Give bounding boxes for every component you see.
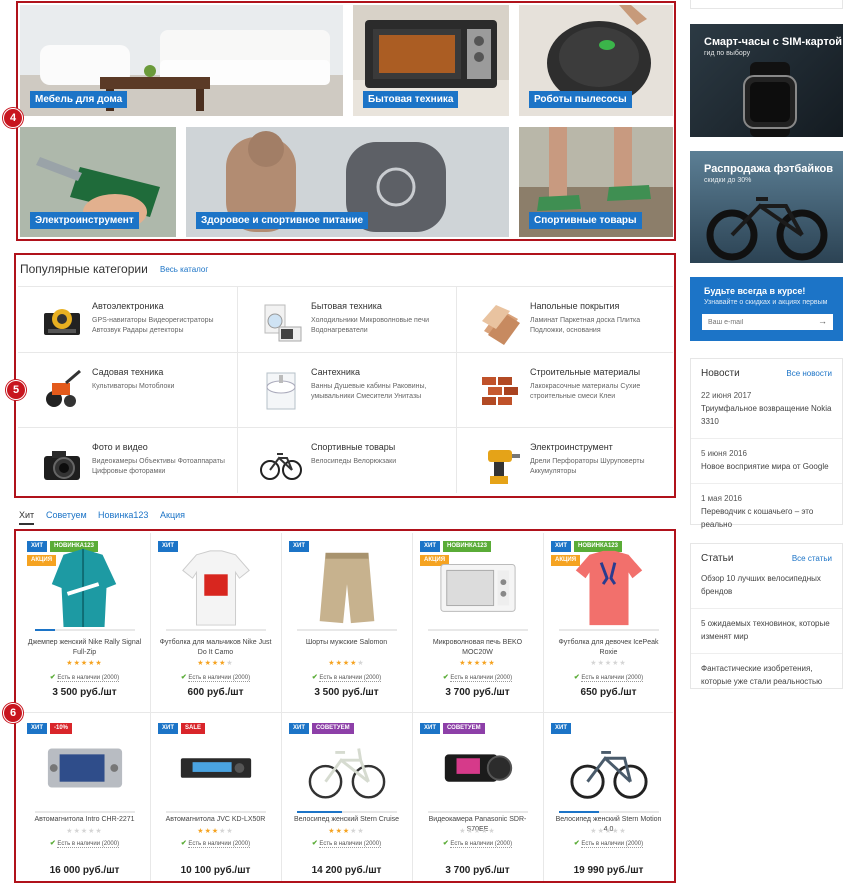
- subscribe-subtitle: Узнавайте о скидках и акциях первым: [704, 299, 828, 306]
- news-date: 5 июня 2016: [701, 449, 747, 458]
- article-item[interactable]: Обзор 10 лучших велосипедных брендов: [691, 570, 842, 608]
- all-news-link[interactable]: Все новости: [786, 369, 832, 378]
- articles-title: Статьи: [701, 553, 734, 564]
- news-date: 22 июня 2017: [701, 391, 752, 400]
- marker-badge: 5: [6, 380, 26, 400]
- news-item[interactable]: 22 июня 2017 Триумфальное возвращение Nok…: [691, 385, 842, 438]
- highlight-box-products: [14, 529, 676, 883]
- news-box: Новости Все новости 22 июня 2017 Триумфаль…: [690, 358, 843, 529]
- news-title: Новости: [701, 368, 740, 379]
- tab-recommended[interactable]: Советуем: [46, 510, 87, 520]
- smartwatch-image: [743, 62, 797, 137]
- right-top-box: [690, 0, 843, 9]
- marker-badge: 6: [3, 703, 23, 723]
- tab-promo[interactable]: Акция: [160, 510, 185, 520]
- email-field-wrap: →: [702, 314, 833, 330]
- email-field[interactable]: [702, 314, 812, 330]
- all-articles-link[interactable]: Все статьи: [792, 554, 832, 563]
- tab-hit[interactable]: Хит: [19, 510, 35, 525]
- article-item[interactable]: 5 ожидаемых техновинок, которые изменят …: [691, 608, 842, 653]
- promo-smartwatch[interactable]: Смарт-часы с SIM-картой гид по выбору: [690, 24, 843, 137]
- news-item[interactable]: 1 мая 2016 Переводчик с кошачьего – это р…: [691, 483, 842, 541]
- highlight-box-categories: [14, 253, 676, 498]
- subscribe-panel: Будьте всегда в курсе! Узнавайте о скидк…: [690, 277, 843, 341]
- highlight-box-banners: [16, 1, 676, 241]
- subscribe-title: Будьте всегда в курсе!: [704, 286, 806, 296]
- fatbike-image: [706, 197, 828, 261]
- promo-fatbike[interactable]: Распродажа фэтбайков скидки до 30%: [690, 151, 843, 263]
- news-text: Новое восприятие мира от Google: [701, 462, 829, 471]
- news-item[interactable]: 5 июня 2016 Новое восприятие мира от Goog…: [691, 438, 842, 483]
- news-date: 1 мая 2016: [701, 494, 742, 503]
- articles-box: Статьи Все статьи Обзор 10 лучших велосип…: [690, 543, 843, 689]
- article-item[interactable]: Фантастические изобретения, которые уже …: [691, 653, 842, 698]
- news-text: Триумфальное возвращение Nokia 3310: [701, 404, 832, 426]
- tab-new[interactable]: Новинка123: [98, 510, 148, 520]
- news-text: Переводчик с кошачьего – это реально: [701, 507, 814, 529]
- arrow-right-icon[interactable]: →: [818, 316, 827, 326]
- marker-badge: 4: [3, 108, 23, 128]
